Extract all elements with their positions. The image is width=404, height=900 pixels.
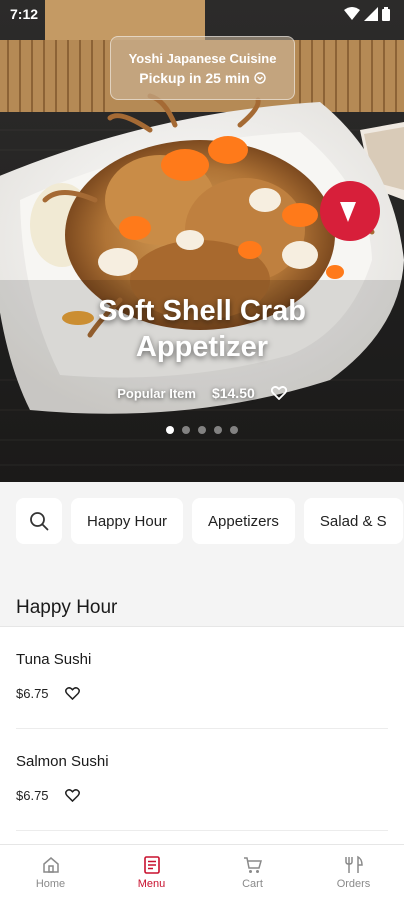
divider — [16, 830, 388, 831]
carousel-dot[interactable] — [198, 426, 206, 434]
hero-banner[interactable]: 7:12 Yoshi Japanese Cuisine Pickup in 25… — [0, 0, 404, 482]
status-bar: 7:12 — [0, 0, 404, 28]
status-time: 7:12 — [10, 6, 39, 22]
menu-item[interactable]: Tuna Sushi $6.75 — [0, 627, 404, 729]
heart-icon[interactable] — [64, 687, 80, 700]
menu-item-price: $6.75 — [16, 686, 49, 701]
battery-icon — [382, 7, 390, 21]
nav-orders[interactable]: Orders — [303, 845, 404, 900]
category-row: Happy Hour Appetizers Salad & S — [16, 498, 403, 544]
popular-badge: Popular Item — [117, 385, 196, 401]
nav-home[interactable]: Home — [0, 845, 101, 900]
hero-item-title[interactable]: Soft Shell Crab Appetizer — [0, 293, 404, 365]
hero-title-line2: Appetizer — [135, 331, 269, 363]
signal-icon — [364, 7, 378, 21]
nav-cart[interactable]: Cart — [202, 845, 303, 900]
menu-item-name: Salmon Sushi — [16, 753, 109, 770]
menu-icon — [143, 856, 160, 874]
search-button[interactable] — [16, 498, 62, 544]
bottom-navigation: Home Menu Cart Orders — [0, 844, 404, 900]
nav-menu-label: Menu — [137, 878, 166, 890]
category-chip-salad[interactable]: Salad & S — [303, 498, 403, 544]
nav-cart-label: Cart — [242, 878, 263, 890]
orders-icon — [344, 855, 363, 873]
hero-item-meta: Popular Item $14.50 — [0, 385, 404, 401]
status-icons — [344, 7, 390, 21]
section-title: Happy Hour — [16, 597, 118, 618]
wifi-icon — [344, 7, 360, 20]
category-chip-happy-hour[interactable]: Happy Hour — [71, 498, 184, 544]
pickup-time: Pickup in 25 min — [139, 69, 266, 86]
home-icon — [42, 857, 59, 873]
nav-orders-label: Orders — [336, 878, 371, 890]
category-chip-appetizers[interactable]: Appetizers — [192, 498, 295, 544]
hero-title-line1: Soft Shell Crab — [98, 295, 306, 327]
nav-menu[interactable]: Menu — [101, 845, 202, 900]
menu-item-list: Tuna Sushi $6.75 Salmon Sushi $6.75 — [0, 627, 404, 831]
pickup-time-label: Pickup in 25 min — [139, 69, 250, 86]
chevron-down-icon — [254, 71, 266, 84]
menu-item-price: $6.75 — [16, 788, 49, 803]
carousel-dot[interactable] — [214, 426, 222, 434]
carousel-dot[interactable] — [182, 426, 190, 434]
heart-icon[interactable] — [270, 386, 287, 400]
carousel-indicator[interactable] — [0, 426, 404, 434]
pickup-info-pill[interactable]: Yoshi Japanese Cuisine Pickup in 25 min — [110, 36, 295, 100]
menu-item[interactable]: Salmon Sushi $6.75 — [0, 729, 404, 831]
restaurant-name: Yoshi Japanese Cuisine — [128, 50, 277, 66]
search-icon — [30, 512, 49, 531]
heart-icon[interactable] — [64, 789, 80, 802]
menu-item-name: Tuna Sushi — [16, 651, 92, 668]
hero-price: $14.50 — [211, 385, 255, 401]
cart-icon — [243, 857, 262, 873]
nav-home-label: Home — [35, 878, 66, 890]
carousel-dot[interactable] — [166, 426, 174, 434]
carousel-dot[interactable] — [230, 426, 238, 434]
category-bar: Happy Hour Appetizers Salad & S — [0, 482, 404, 560]
